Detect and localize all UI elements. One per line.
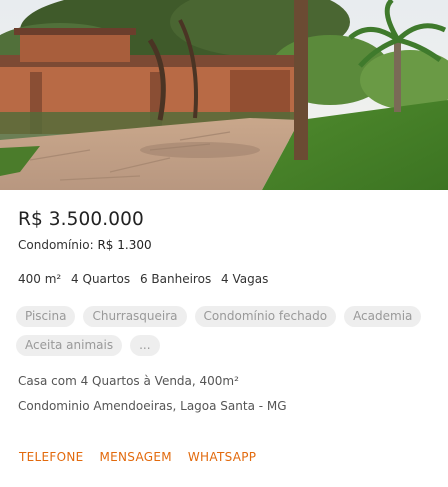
tag-condominio-fechado: Condomínio fechado (194, 306, 337, 327)
feature-parking: 4 Vagas (221, 272, 269, 286)
message-button[interactable]: MENSAGEM (100, 450, 172, 464)
feature-bedrooms: 4 Quartos (71, 272, 131, 286)
more-tags-button[interactable]: ... (130, 335, 160, 356)
amenity-tags: Piscina Churrasqueira Condomínio fechado… (16, 306, 436, 356)
tag-academia: Academia (344, 306, 422, 327)
phone-button[interactable]: TELEFONE (19, 450, 84, 464)
listing-card[interactable]: R$ 3.500.000 Condomínio: R$ 1.300 400 m²… (0, 0, 448, 487)
price: R$ 3.500.000 (18, 209, 144, 230)
tag-piscina: Piscina (16, 306, 76, 327)
whatsapp-button[interactable]: WHATSAPP (188, 450, 256, 464)
tag-aceita-animais: Aceita animais (16, 335, 123, 356)
listing-description: Casa com 4 Quartos à Venda, 400m² (18, 374, 239, 388)
property-features: 400 m² 4 Quartos 6 Banheiros 4 Vagas (18, 272, 274, 286)
condo-fee-label: Condomínio: (18, 238, 94, 252)
property-photo[interactable] (0, 0, 448, 190)
feature-bathrooms: 6 Banheiros (139, 272, 212, 286)
contact-actions: TELEFONE MENSAGEM WHATSAPP (19, 450, 256, 464)
condo-fee-value: R$ 1.300 (97, 238, 152, 252)
feature-area: 400 m² (18, 272, 62, 286)
listing-address: Condominio Amendoeiras, Lagoa Santa - MG (18, 399, 287, 413)
tag-churrasqueira: Churrasqueira (83, 306, 187, 327)
condo-fee: Condomínio: R$ 1.300 (18, 238, 152, 252)
